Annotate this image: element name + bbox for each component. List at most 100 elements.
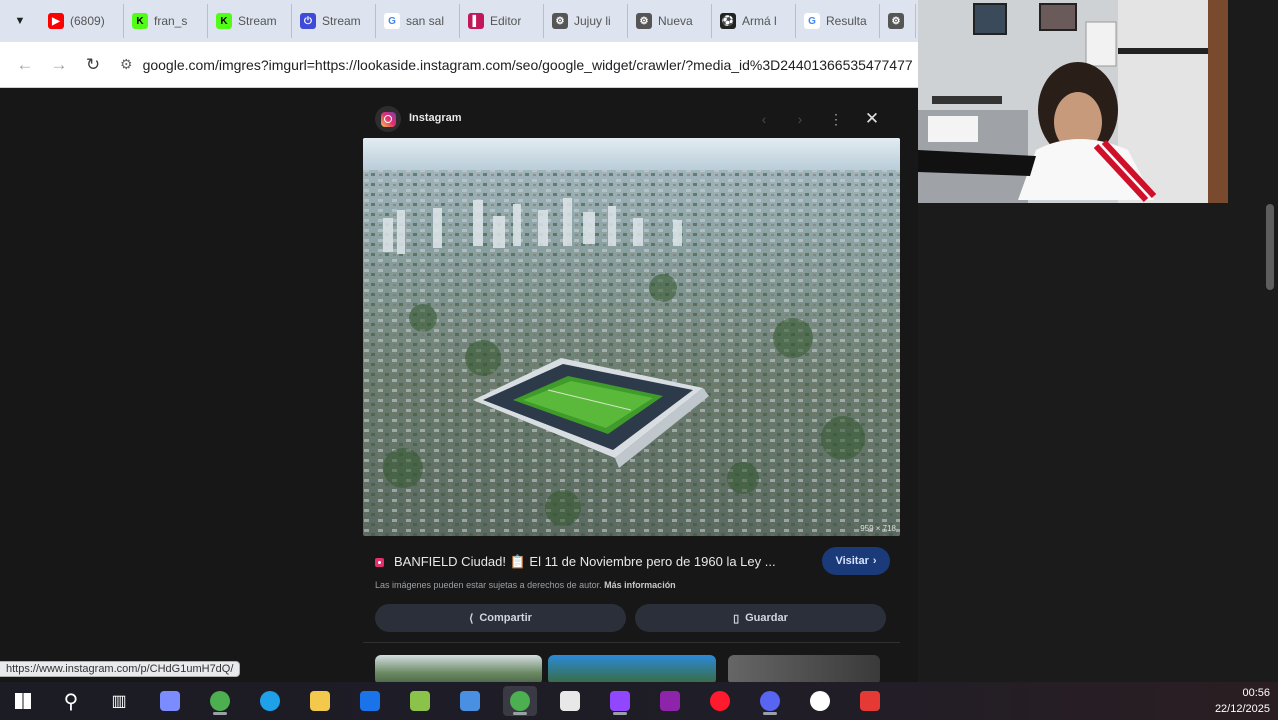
share-icon: ⟨ [469,612,474,625]
obs-icon [810,691,830,711]
tab-search-button[interactable]: ▼ [8,9,32,33]
related-image-thumbnail[interactable] [728,655,880,682]
tab-title: Resulta [826,14,867,28]
tab-title: (6809) [70,14,105,28]
instagram-small-icon [375,557,384,567]
tab-title: Stream [322,14,361,28]
tab-title: Armá l [742,14,777,28]
taskbar-opera-button[interactable] [703,686,737,716]
kick-icon: K [132,13,148,29]
chrome-icon [210,691,230,711]
share-button[interactable]: ⟨ Compartir [375,604,626,632]
youtube-icon: ▶ [48,13,64,29]
instagram-logo-icon [375,106,401,132]
clock-time: 00:56 [1242,687,1270,699]
running-indicator [613,712,627,715]
reload-button[interactable]: ↻ [78,50,108,80]
taskbar-app-button[interactable] [853,686,887,716]
address-field[interactable]: ⚙ google.com/imgres?imgurl=https://looka… [120,48,918,82]
sport-icon: ⚙ [888,13,904,29]
taskbar-copilot-button[interactable] [153,686,187,716]
edge-icon [260,691,280,711]
browser-tab[interactable]: ⚙ [880,4,916,38]
browser-tab[interactable]: Kfran_s [124,4,208,38]
browser-tab[interactable]: ⚽ Armá l [712,4,796,38]
tab-title: fran_s [154,14,188,28]
site-settings-icon[interactable]: ⚙ [120,56,133,73]
browser-tab[interactable]: K Stream [208,4,292,38]
taskbar-feather-app-button[interactable] [453,686,487,716]
browser-tab[interactable]: G Resulta [796,4,880,38]
browser-tab[interactable]: ⚙ Jujuy li [544,4,628,38]
taskbar-chrome-profile-button[interactable] [503,686,537,716]
close-viewer-button[interactable]: ✕ [861,108,883,130]
taskbar-file-explorer-button[interactable] [303,686,337,716]
webcam-overlay [918,0,1228,203]
tab-title: Nueva [658,14,693,28]
taskbar-outlook-button[interactable] [353,686,387,716]
taskbar-calculator-button[interactable] [553,686,587,716]
copilot-app-icon [410,691,430,711]
link-status-bubble: https://www.instagram.com/p/CHdG1umH7dQ/ [0,661,241,677]
tab-title: Editor [490,14,522,28]
back-button[interactable]: ← [10,50,40,80]
chevron-right-icon: › [872,555,877,567]
taskbar-edge-button[interactable] [253,686,287,716]
app-icon [860,691,880,711]
reload-icon: ↻ [85,54,101,74]
calculator-icon [560,691,580,711]
taskbar-search-button[interactable]: ⚲ [54,686,88,716]
save-button-label: Guardar [745,612,788,624]
forward-button[interactable]: → [44,50,74,80]
running-indicator [763,712,777,715]
system-clock[interactable]: 00:56 22/12/2025 [1215,685,1270,717]
browser-tab[interactable]: ▌ Editor [460,4,544,38]
visit-button-label: Visitar [835,555,869,567]
google-icon: G [384,13,400,29]
browser-tab[interactable]: ⏻ Stream [292,4,376,38]
chrome-profile-icon [510,691,530,711]
sport-icon: ⚙ [636,13,652,29]
close-icon: ✕ [864,109,880,128]
taskbar-chrome-button[interactable] [203,686,237,716]
taskbar-twitch-button[interactable] [603,686,637,716]
browser-tab[interactable]: ▶ (6809) [40,4,124,38]
save-button[interactable]: ▯ Guardar [635,604,886,632]
arrow-left-icon: ← [16,54,34,74]
image-viewer-panel: Instagram ‹ › ⋮ ✕ 959 × 718 BANFIELD Ciu… [363,88,900,682]
browser-tab[interactable]: ⚙ Nueva [628,4,712,38]
task-view-icon: ▥ [111,693,127,710]
copyright-text: Las imágenes pueden estar sujetas a dere… [375,580,602,590]
address-toolbar: ← → ↻ ⚙ google.com/imgres?imgurl=https:/… [0,42,918,88]
result-title-link[interactable]: BANFIELD Ciudad! 📋 El 11 de Noviembre pe… [394,554,804,570]
taskbar-obs-button[interactable] [803,686,837,716]
windows-taskbar: ⚲ ▥ 00:56 22/12/2025 [0,682,1278,720]
visit-button[interactable]: Visitar › [822,547,890,575]
editor-icon: ▌ [468,13,484,29]
more-info-link[interactable]: Más información [604,580,676,590]
opera-icon [710,691,730,711]
preview-image[interactable]: 959 × 718 [363,138,900,536]
share-button-label: Compartir [479,612,532,624]
next-image-button[interactable]: › [789,108,811,130]
browser-tab[interactable]: Gsan sal [376,4,460,38]
related-image-thumbnail[interactable] [375,655,542,682]
taskbar-copilot-app-button[interactable] [403,686,437,716]
bookmark-icon: ▯ [733,612,740,625]
tab-title: Stream [238,14,277,28]
taskbar-discord-button[interactable] [753,686,787,716]
image-dimensions: 959 × 718 [860,524,896,533]
related-image-thumbnail[interactable] [548,655,716,682]
outlook-icon [360,691,380,711]
winrar-icon [660,691,680,711]
more-options-button[interactable]: ⋮ [825,108,847,130]
taskbar-task-view-button[interactable]: ▥ [102,686,136,716]
viewer-header: Instagram ‹ › ⋮ ✕ [363,88,900,138]
scrollbar-thumb[interactable] [1266,204,1274,290]
taskbar-winrar-button[interactable] [653,686,687,716]
previous-image-button[interactable]: ‹ [753,108,775,130]
result-title-row: BANFIELD Ciudad! 📋 El 11 de Noviembre pe… [375,547,890,575]
chevron-left-icon: ‹ [761,111,767,127]
taskbar-windows-start-button[interactable] [6,686,40,716]
sport-icon: ⚙ [552,13,568,29]
